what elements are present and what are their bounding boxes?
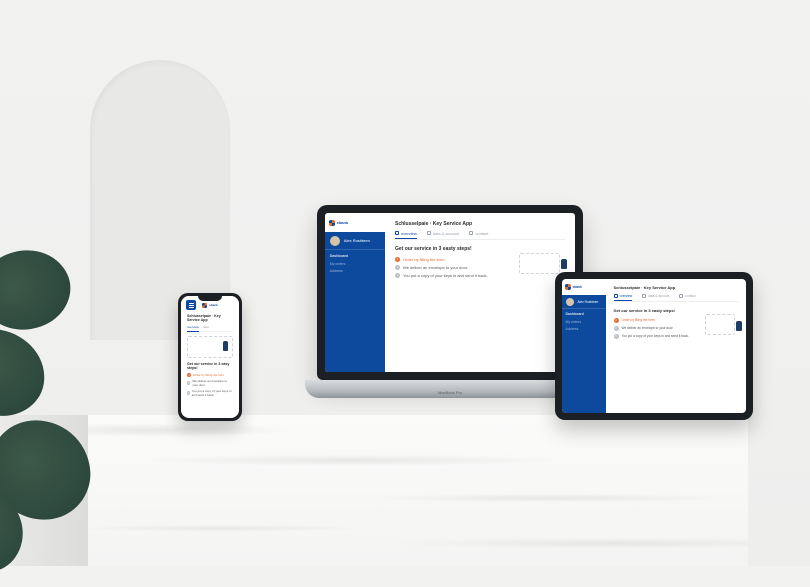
tabs: overview data & account contact	[614, 294, 739, 302]
tab-data[interactable]: data & account	[642, 294, 669, 298]
user-block[interactable]: Alex Rushteen	[562, 295, 606, 309]
envelope-icon	[519, 253, 560, 274]
logo-mark-icon	[329, 220, 335, 226]
sidebar-nav: Dashboard My orders Address	[562, 309, 606, 336]
tab-data[interactable]: data & account	[427, 231, 460, 236]
step-1: 1Order by filling the form.	[614, 318, 692, 323]
phone-mockup: ebank Schlusselpaie · Key Service App ov…	[178, 293, 242, 421]
brand-logo[interactable]: ebank	[562, 279, 606, 295]
user-name: Alex Rushteen	[344, 238, 370, 243]
step-2: 2We deliver an envelope to your door.	[614, 326, 692, 331]
step-2: 2We deliver an envelope to your door.	[187, 379, 233, 387]
tab-overview[interactable]: overview	[395, 231, 417, 239]
sidebar-item[interactable]: My orders	[330, 262, 380, 266]
headline: Get our service in 3 easty steps!	[614, 308, 692, 313]
envelope-icon	[705, 314, 735, 334]
data-icon	[642, 294, 646, 298]
sidebar-item[interactable]: Address	[566, 327, 603, 331]
user-name: Alex Rushteen	[578, 300, 599, 304]
avatar	[330, 236, 340, 246]
sidebar-item[interactable]: Address	[330, 269, 380, 273]
brand-name: ebank	[337, 220, 349, 225]
tab-contact[interactable]: contact	[679, 294, 695, 298]
sidebar-section-label: Dashboard	[330, 254, 380, 258]
illustration	[187, 336, 233, 358]
app-ui-tablet: ebank Alex Rushteen Dashboard My orders …	[562, 279, 746, 413]
sidebar: ebank Alex Rushteen Dashboard My orders …	[562, 279, 606, 413]
step-1: 1Order by filling the form.	[395, 257, 504, 262]
app-ui-laptop: ebank Alex Rushteen Dashboard My orders …	[325, 213, 575, 372]
illustration	[701, 308, 739, 342]
page-title: Schlusselpaie · Key Service App	[395, 221, 565, 227]
tab-data[interactable]: data	[203, 325, 209, 331]
step-3: 3You put a copy of your keys in and send…	[395, 273, 504, 278]
app-ui-phone: ebank Schlusselpaie · Key Service App ov…	[181, 296, 239, 418]
headline: Get our service in 3 easy steps!	[187, 362, 233, 370]
laptop-model-label: MacBook Pro	[305, 390, 595, 395]
tab-overview[interactable]: overview	[614, 294, 633, 301]
brand-logo[interactable]: ebank	[202, 303, 218, 308]
page-title: Schlusselpaie · Key Service App	[614, 285, 739, 290]
main-area: Schlusselpaie · Key Service App overview…	[606, 279, 746, 413]
step-2: 2We deliver an envelope to your door.	[395, 265, 504, 270]
user-block[interactable]: Alex Rushteen	[325, 232, 385, 250]
grid-icon	[614, 294, 618, 298]
contact-icon	[679, 294, 683, 298]
marble-table	[88, 415, 748, 566]
logo-mark-icon	[565, 284, 571, 290]
grid-icon	[395, 231, 399, 235]
contact-icon	[469, 231, 473, 235]
avatar	[566, 298, 574, 306]
sidebar-item[interactable]: My orders	[566, 320, 603, 324]
table-side-shadow	[0, 415, 88, 566]
tab-contact[interactable]: contact	[469, 231, 488, 236]
laptop-mockup: ebank Alex Rushteen Dashboard My orders …	[305, 205, 595, 420]
tab-overview[interactable]: overview	[187, 325, 199, 332]
headline: Get our service in 3 easty steps!	[395, 246, 504, 252]
page-title: Schlusselpaie · Key Service App	[187, 314, 233, 322]
brand-logo[interactable]: ebank	[325, 213, 385, 232]
step-3: 3You put a copy of your keys in and send…	[187, 389, 233, 397]
tabs: overview data	[187, 325, 233, 332]
main-area: Schlusselpaie · Key Service App overview…	[385, 213, 575, 372]
sidebar-section-label: Dashboard	[566, 312, 603, 316]
tabs: overview data & account contact	[395, 231, 565, 240]
tablet-mockup: ebank Alex Rushteen Dashboard My orders …	[555, 272, 753, 420]
menu-button[interactable]	[186, 300, 196, 310]
step-3: 3You put a copy of your keys in and send…	[614, 334, 692, 339]
sidebar-nav: Dashboard My orders Address	[325, 250, 385, 279]
data-icon	[427, 231, 431, 235]
brand-name: ebank	[209, 303, 218, 307]
step-1: 1Order by filling the form.	[187, 373, 233, 377]
sidebar: ebank Alex Rushteen Dashboard My orders …	[325, 213, 385, 372]
brand-name: ebank	[573, 285, 582, 289]
logo-mark-icon	[202, 303, 207, 308]
